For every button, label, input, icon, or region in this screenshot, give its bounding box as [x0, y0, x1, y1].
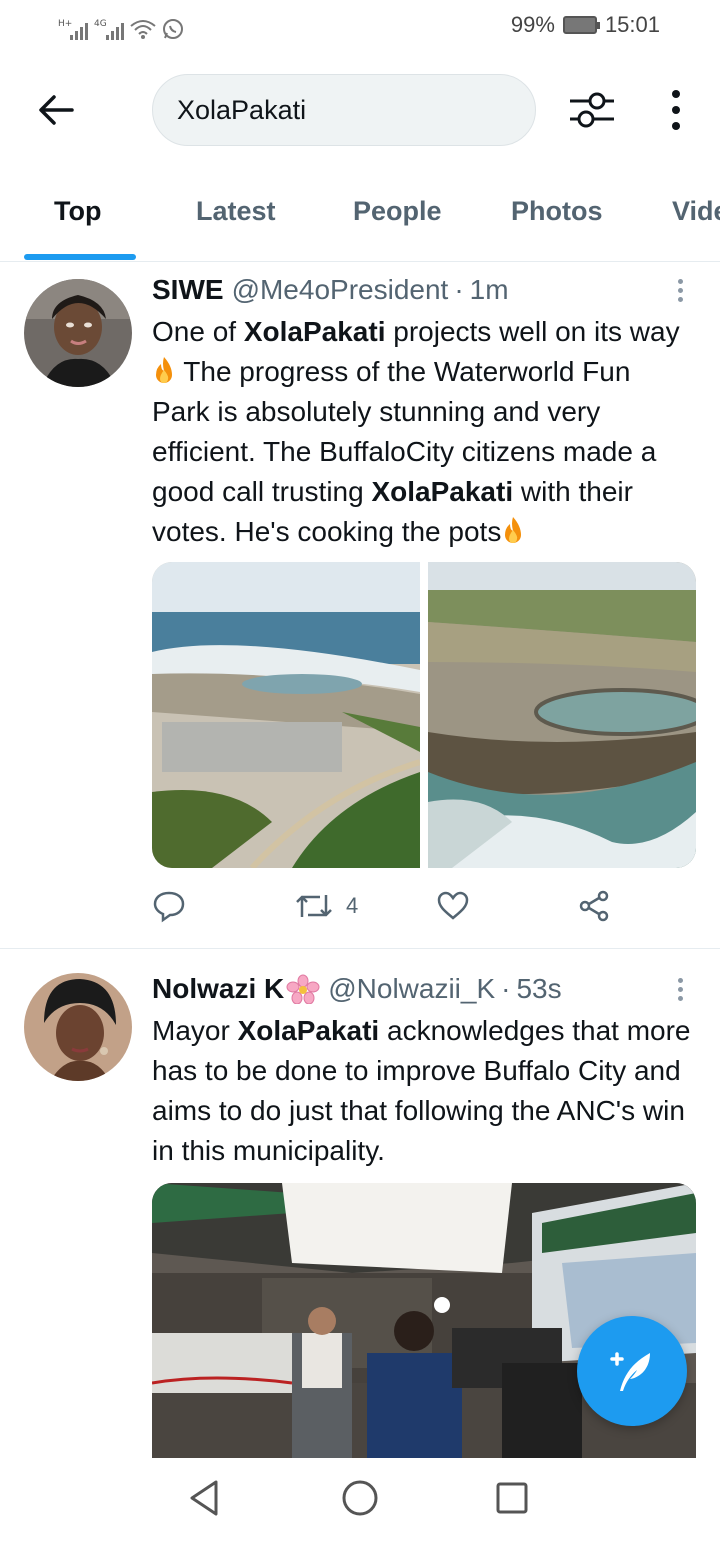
fire-emoji-icon [156, 357, 172, 383]
tweet-media[interactable] [152, 562, 696, 868]
whatsapp-icon [163, 19, 183, 39]
share-icon [579, 890, 609, 922]
avatar-image [24, 279, 132, 387]
nav-home-icon[interactable] [340, 1478, 380, 1518]
active-tab-indicator [24, 254, 136, 260]
tweet-text: One of XolaPakati projects well on its w… [152, 312, 692, 552]
battery-percent: 99% [510, 12, 555, 37]
search-input[interactable]: XolaPakati [152, 74, 536, 146]
cherry-blossom-emoji-icon [286, 974, 320, 1004]
tab-latest[interactable]: Latest [196, 196, 276, 227]
nav-back-icon[interactable] [186, 1478, 226, 1518]
display-name[interactable]: SIWE [152, 274, 224, 306]
tab-videos[interactable]: Videos [672, 196, 720, 227]
tweet-actions: 4 [152, 889, 622, 929]
status-bar: H+ 4G 99% 15:01 [0, 0, 720, 54]
highlighted-query: XolaPakati [371, 476, 514, 507]
retweet-count: 4 [346, 893, 359, 918]
status-right: 99% 15:01 [511, 12, 660, 38]
photo-2 [428, 562, 696, 868]
dot [672, 122, 680, 130]
system-nav-bar [0, 1458, 720, 1541]
back-arrow-icon [39, 95, 74, 125]
reply-button[interactable] [152, 889, 186, 923]
tweet-menu-button[interactable] [672, 973, 688, 1005]
signal-type-label: 4G [94, 19, 107, 29]
filter-sliders-icon [570, 92, 614, 128]
wifi-icon [130, 20, 156, 39]
media-photos [152, 562, 696, 868]
photo-1 [152, 562, 421, 868]
text-segment: One of [152, 316, 244, 347]
battery-icon [562, 16, 600, 34]
tab-people[interactable]: People [353, 196, 442, 227]
user-handle[interactable]: @Nolwazii_K [328, 973, 495, 1005]
compose-quill-icon [610, 1352, 650, 1391]
more-options-button[interactable] [656, 84, 696, 136]
user-handle[interactable]: @Me4oPresident [232, 274, 449, 306]
search-header: XolaPakati [0, 54, 720, 166]
dot [672, 90, 680, 98]
tab-top[interactable]: Top [54, 196, 101, 227]
like-button[interactable] [436, 889, 470, 923]
compose-tweet-button[interactable] [577, 1316, 687, 1426]
heart-icon [437, 891, 469, 920]
avatar[interactable] [24, 279, 132, 387]
share-button[interactable] [577, 889, 611, 923]
tweet[interactable]: SIWE @Me4oPresident · 1m One of XolaPaka… [0, 262, 720, 948]
highlighted-query: XolaPakati [237, 1015, 380, 1046]
retweet-button[interactable]: 4 [294, 889, 358, 923]
reply-icon [153, 891, 185, 923]
signal-icon: 4G [94, 19, 124, 40]
tweet-header: Nolwazi K @Nolwazii_K · 53s [152, 973, 562, 1005]
clock: 15:01 [604, 12, 660, 37]
separator: · [454, 274, 464, 305]
separator: · [501, 973, 511, 1004]
search-tabs: Top Latest People Photos Videos [0, 166, 720, 262]
display-name[interactable]: Nolwazi K [152, 973, 284, 1005]
nav-recents-icon[interactable] [492, 1478, 532, 1518]
highlighted-query: XolaPakati [243, 316, 386, 347]
dot [672, 106, 680, 114]
signal-type-label: H+ [58, 19, 73, 29]
signal-icon: H+ [58, 19, 88, 40]
search-filter-button[interactable] [566, 84, 618, 136]
back-button[interactable] [30, 84, 82, 136]
text-segment: Mayor [152, 1015, 238, 1046]
tweet-time[interactable]: 1m [470, 274, 509, 306]
tweet-time[interactable]: 53s [516, 973, 561, 1005]
avatar-image [24, 973, 132, 1081]
tab-photos[interactable]: Photos [511, 196, 603, 227]
retweet-icon [296, 895, 332, 917]
text-segment: projects well on its way [385, 316, 680, 347]
tweet-text: Mayor XolaPakati acknowledges that more … [152, 1011, 692, 1171]
fire-emoji-icon [505, 517, 522, 543]
status-icons: H+ 4G [58, 12, 184, 40]
tweet-menu-button[interactable] [672, 274, 688, 306]
tweet-header: SIWE @Me4oPresident · 1m [152, 274, 509, 306]
avatar[interactable] [24, 973, 132, 1081]
search-query-text: XolaPakati [177, 94, 307, 125]
